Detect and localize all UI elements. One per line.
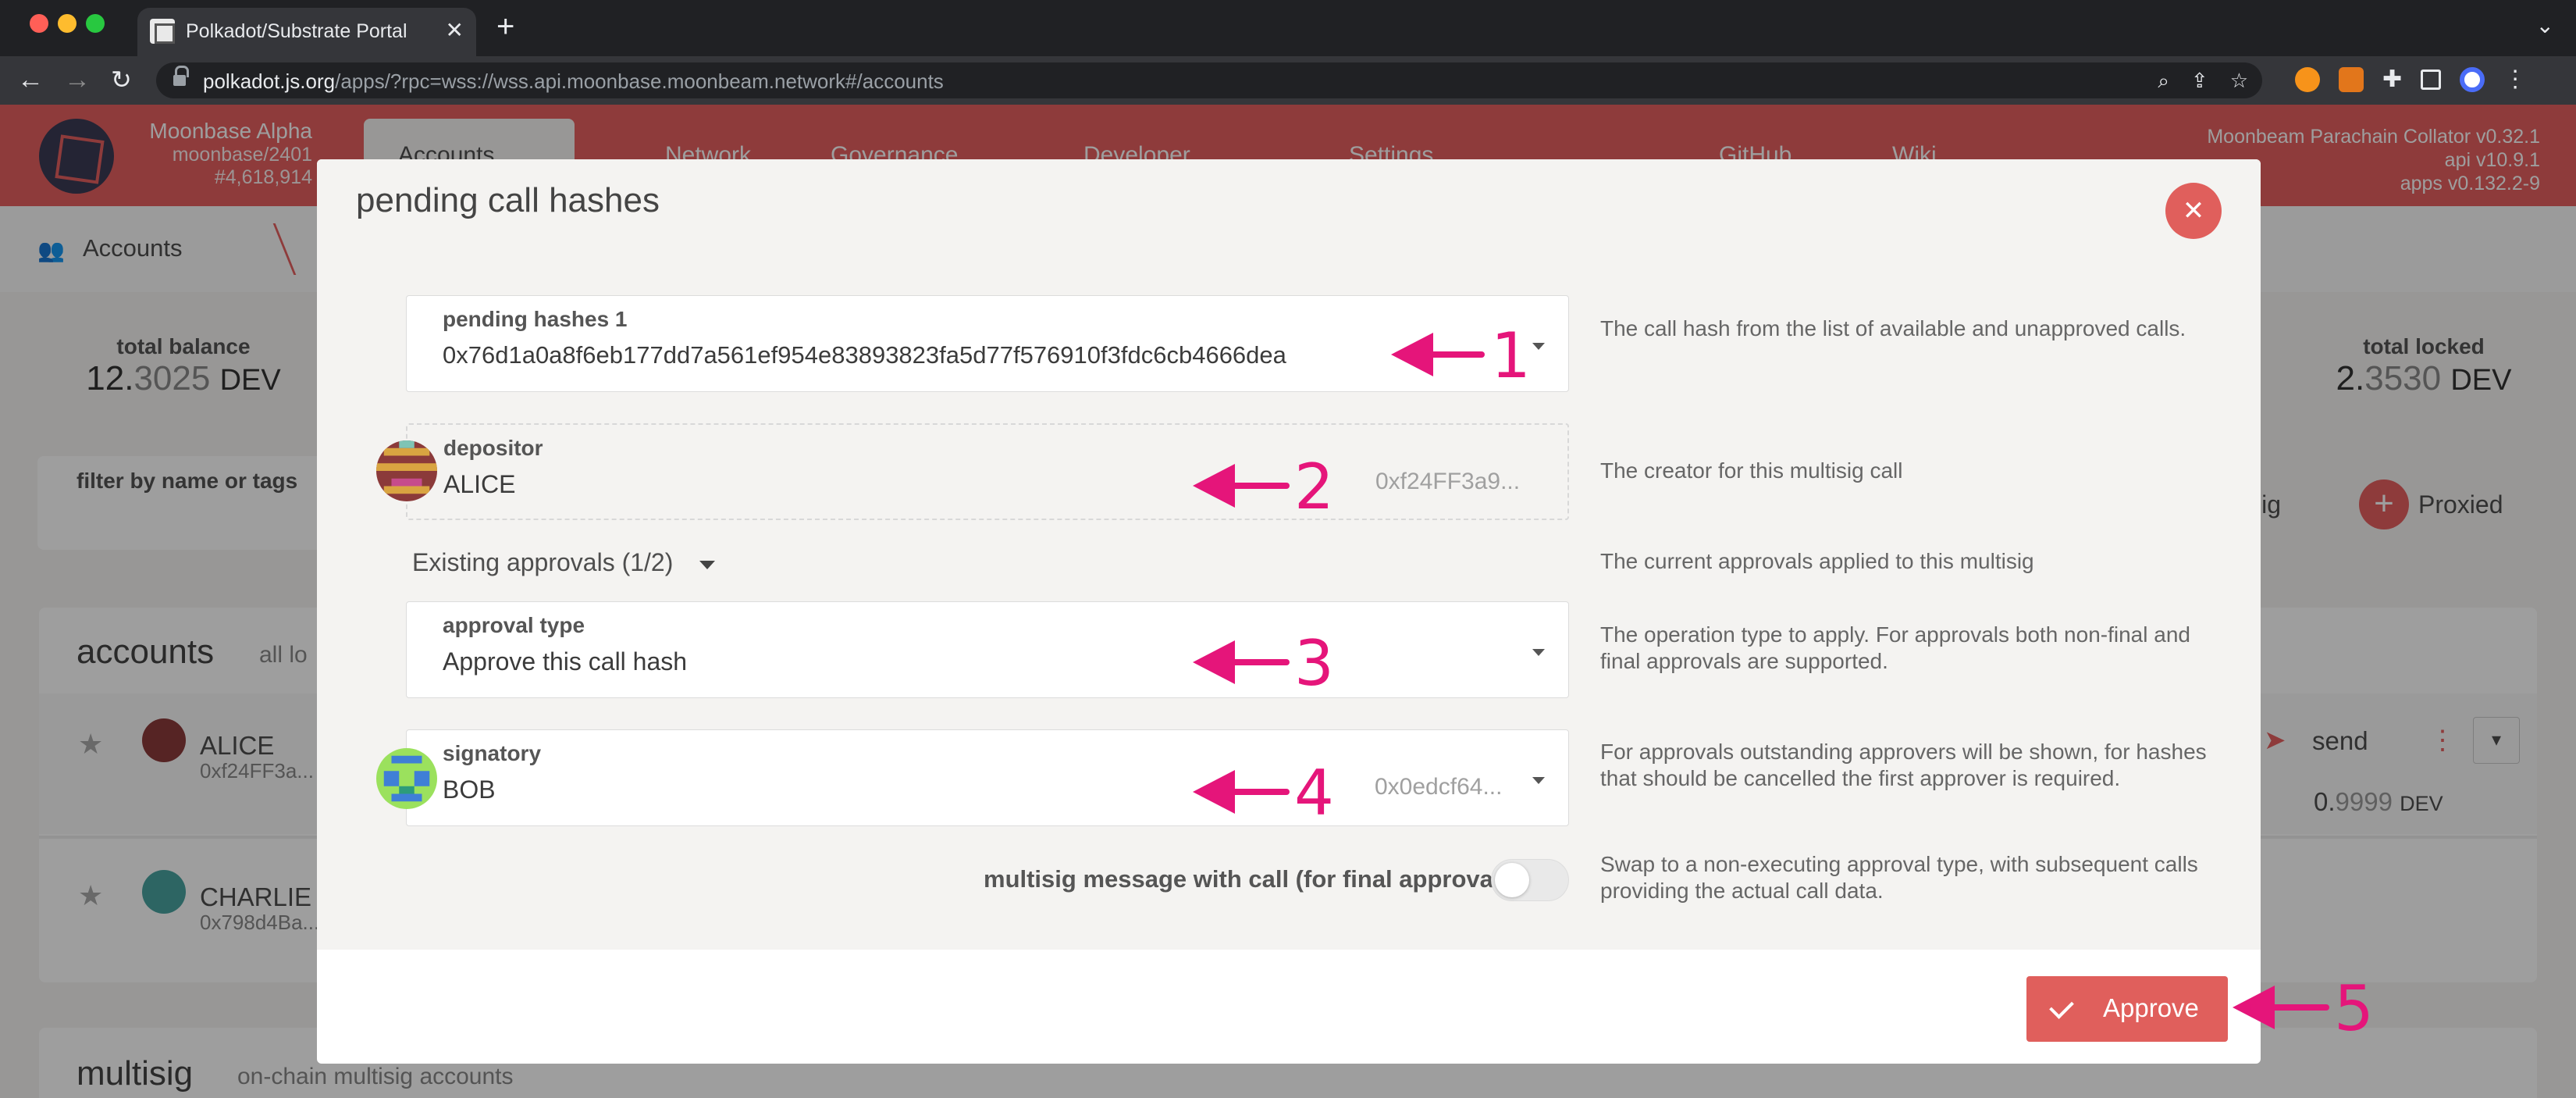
depositor-help: The creator for this multisig call — [1600, 458, 1903, 483]
signatory-dropdown[interactable]: signatory BOB 0x0edcf64... — [406, 729, 1569, 826]
zoom-icon[interactable]: ⌕ — [2158, 69, 2169, 94]
annotation-arrow-3 — [1193, 640, 1290, 684]
sidepanel-icon[interactable] — [2421, 69, 2442, 90]
caret-down-icon[interactable] — [699, 561, 715, 569]
annotation-arrow-5 — [2233, 986, 2329, 1029]
tab-search-icon[interactable]: ⌄ — [2536, 12, 2554, 38]
tab-close-icon[interactable]: ✕ — [446, 17, 464, 43]
pending-hash-label: pending hashes 1 — [443, 307, 628, 331]
browser-tab-strip: Polkadot/Substrate Portal ✕ + ⌄ — [0, 0, 2576, 56]
signatory-avatar — [376, 748, 437, 809]
multisig-call-help: Swap to a non-executing approval type, w… — [1600, 852, 2198, 903]
multisig-call-label: multisig message with call (for final ap… — [984, 865, 1508, 893]
favicon-icon — [150, 19, 175, 44]
minimize-window-icon[interactable] — [58, 14, 76, 33]
pending-hash-value: 0x76d1a0a8f6eb177dd7a561ef954e83893823fa… — [443, 341, 1286, 369]
approval-type-dropdown[interactable]: approval type Approve this call hash — [406, 601, 1569, 698]
tab-title: Polkadot/Substrate Portal — [186, 20, 407, 42]
annotation-arrow-1 — [1391, 333, 1485, 376]
annotation-number-2: 2 — [1294, 451, 1334, 523]
chevron-down-icon[interactable] — [1532, 649, 1545, 656]
close-icon: ✕ — [2182, 196, 2205, 226]
approve-button[interactable]: Approve — [2026, 976, 2228, 1042]
maximize-window-icon[interactable] — [86, 14, 105, 33]
lock-icon[interactable] — [173, 66, 189, 87]
reload-icon[interactable]: ↻ — [111, 64, 132, 95]
close-window-icon[interactable] — [30, 14, 48, 33]
existing-approvals-toggle[interactable]: Existing approvals (1/2) — [412, 548, 673, 577]
browser-toolbar: ← → ↻ polkadot.js.org/apps/?rpc=wss://ws… — [0, 56, 2576, 105]
depositor-label: depositor — [443, 436, 543, 460]
depositor-avatar — [376, 440, 437, 501]
modal-title: pending call hashes — [356, 181, 660, 219]
url-text: polkadot.js.org/apps/?rpc=wss://wss.api.… — [203, 70, 944, 93]
signatory-label: signatory — [443, 741, 542, 765]
back-icon[interactable]: ← — [17, 64, 44, 95]
approval-type-value: Approve this call hash — [443, 647, 688, 676]
chevron-down-icon[interactable] — [1532, 777, 1545, 784]
depositor-address: 0xf24FF3a9... — [1375, 469, 1521, 494]
close-modal-button[interactable]: ✕ — [2165, 183, 2222, 239]
annotation-number-3: 3 — [1294, 627, 1334, 700]
annotation-number-5: 5 — [2334, 972, 2374, 1045]
share-icon[interactable]: ⇪ — [2191, 69, 2208, 94]
extension-orange-icon[interactable] — [2295, 66, 2320, 92]
profile-avatar-icon[interactable] — [2460, 66, 2485, 92]
annotation-arrow-2 — [1193, 464, 1290, 508]
approve-label: Approve — [2103, 993, 2199, 1022]
check-icon — [2049, 994, 2074, 1019]
chrome-menu-icon[interactable]: ⋮ — [2503, 66, 2527, 93]
approvals-help: The current approvals applied to this mu… — [1600, 549, 2034, 573]
new-tab-icon[interactable]: + — [496, 11, 514, 42]
depositor-name: ALICE — [443, 470, 516, 498]
pending-call-hashes-modal: pending call hashes ✕ pending hashes 1 0… — [317, 159, 2261, 1064]
address-bar[interactable]: polkadot.js.org/apps/?rpc=wss://wss.api.… — [156, 62, 2262, 98]
annotation-number-4: 4 — [1294, 757, 1334, 829]
depositor-field: depositor ALICE 0xf24FF3a9... — [406, 423, 1569, 520]
multisig-call-toggle[interactable] — [1491, 859, 1569, 901]
approval-type-label: approval type — [443, 613, 585, 637]
signatory-name: BOB — [443, 775, 496, 804]
metamask-icon[interactable] — [2339, 66, 2364, 92]
bookmark-star-icon[interactable]: ☆ — [2230, 69, 2248, 94]
approval-type-help: The operation type to apply. For approva… — [1600, 622, 2190, 673]
chevron-down-icon[interactable] — [1532, 343, 1545, 350]
extensions-puzzle-icon[interactable]: ✚ — [2382, 66, 2402, 93]
annotation-number-1: 1 — [1491, 319, 1531, 392]
signatory-help: For approvals outstanding approvers will… — [1600, 740, 2207, 790]
annotation-arrow-4 — [1193, 770, 1290, 814]
forward-icon[interactable]: → — [64, 64, 91, 95]
signatory-address: 0x0edcf64... — [1375, 774, 1503, 800]
browser-tab[interactable]: Polkadot/Substrate Portal ✕ — [137, 8, 476, 56]
pending-hash-help: The call hash from the list of available… — [1600, 316, 2186, 340]
